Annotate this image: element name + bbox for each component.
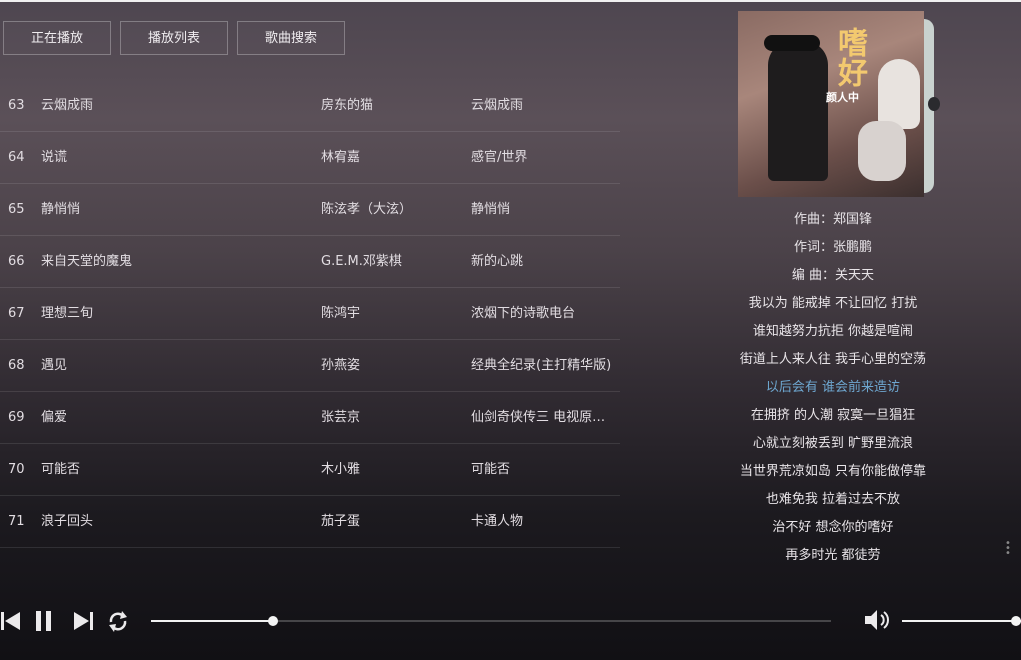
song-album[interactable]: 新的心跳 — [471, 236, 616, 287]
song-row[interactable]: 69 偏爱 张芸京 仙剑奇侠传三 电视原声带 — [0, 392, 620, 444]
progress-knob[interactable] — [268, 616, 279, 626]
lyric-line: 街道上人来人往 我手心里的空荡 — [739, 352, 927, 367]
previous-icon[interactable] — [0, 608, 22, 634]
lyric-line: 作词：张鹏鹏 — [793, 240, 872, 255]
song-album[interactable]: 云烟成雨 — [471, 80, 616, 131]
lyric-line: 作曲：郑国锋 — [793, 212, 872, 227]
song-row[interactable]: 66 来自天堂的魔鬼 G.E.M.邓紫棋 新的心跳 — [0, 236, 620, 288]
song-number: 63 — [8, 98, 25, 113]
song-album[interactable]: 感官/世界 — [471, 132, 616, 183]
song-album[interactable]: 浓烟下的诗歌电台 — [471, 288, 616, 339]
tab-playlist[interactable]: 播放列表 — [120, 21, 228, 55]
song-title[interactable]: 来自天堂的魔鬼 — [41, 236, 301, 287]
album-art: 嗜好 颜人中 — [738, 11, 940, 198]
song-artist[interactable]: 陈鸿宇 — [321, 288, 461, 339]
song-number: 66 — [8, 254, 25, 269]
song-artist[interactable]: 林宥嘉 — [321, 132, 461, 183]
top-border — [0, 0, 1021, 2]
song-number: 70 — [8, 462, 25, 477]
lyric-line: 心就立刻被丢到 旷野里流浪 — [752, 436, 914, 451]
song-number: 65 — [8, 202, 25, 217]
tab-song-search[interactable]: 歌曲搜索 — [237, 21, 345, 55]
song-number: 68 — [8, 358, 25, 373]
next-icon[interactable] — [72, 608, 94, 634]
tab-bar: 正在播放 播放列表 歌曲搜索 — [3, 21, 345, 55]
volume-fill — [902, 620, 1021, 622]
lyric-line: 再多时光 都徒劳 — [785, 548, 881, 560]
cover-figure — [768, 41, 828, 181]
loop-icon[interactable] — [106, 608, 130, 634]
song-title[interactable]: 遇见 — [41, 340, 301, 391]
song-album[interactable]: 静悄悄 — [471, 184, 616, 235]
song-title[interactable]: 说谎 — [41, 132, 301, 183]
song-row[interactable]: 64 说谎 林宥嘉 感官/世界 — [0, 132, 620, 184]
progress-fill — [151, 620, 274, 622]
song-artist[interactable]: 木小雅 — [321, 444, 461, 495]
song-title[interactable]: 可能否 — [41, 444, 301, 495]
song-album[interactable]: 仙剑奇侠传三 电视原声带 — [471, 392, 616, 443]
cover-statue-base — [858, 121, 906, 181]
song-title[interactable]: 理想三旬 — [41, 288, 301, 339]
song-title[interactable]: 浪子回头 — [41, 496, 301, 547]
cover-hat — [764, 35, 820, 51]
song-row[interactable]: 65 静悄悄 陈泫孝（大泫） 静悄悄 — [0, 184, 620, 236]
song-artist[interactable]: 张芸京 — [321, 392, 461, 443]
album-cover: 嗜好 颜人中 — [738, 11, 924, 197]
lyric-line: 编 曲：关天天 — [791, 268, 875, 283]
song-title[interactable]: 云烟成雨 — [41, 80, 301, 131]
volume-knob[interactable] — [1011, 616, 1021, 626]
song-number: 67 — [8, 306, 25, 321]
lyric-line: 在拥挤 的人潮 寂寞一旦猖狂 — [750, 408, 916, 423]
lyric-line: 我以为 能戒掉 不让回忆 打扰 — [748, 296, 918, 311]
progress-bar[interactable] — [151, 616, 831, 626]
song-album[interactable]: 经典全纪录(主打精华版) — [471, 340, 616, 391]
player-bar — [0, 600, 1021, 644]
lyrics-panel[interactable]: 作曲：郑国锋 作词：张鹏鹏 编 曲：关天天 我以为 能戒掉 不让回忆 打扰 谁知… — [718, 206, 948, 560]
song-number: 69 — [8, 410, 25, 425]
song-title[interactable]: 偏爱 — [41, 392, 301, 443]
song-list[interactable]: 63 云烟成雨 房东的猫 云烟成雨 64 说谎 林宥嘉 感官/世界 65 静悄悄… — [0, 80, 620, 562]
song-row[interactable]: 70 可能否 木小雅 可能否 — [0, 444, 620, 496]
disc-hole — [928, 97, 940, 111]
cover-artist: 颜人中 — [826, 91, 859, 104]
song-artist[interactable]: 房东的猫 — [321, 80, 461, 131]
tab-now-playing[interactable]: 正在播放 — [3, 21, 111, 55]
lyric-line: 治不好 想念你的嗜好 — [772, 520, 894, 535]
song-album[interactable]: 卡通人物 — [471, 496, 616, 547]
song-row[interactable]: 71 浪子回头 茄子蛋 卡通人物 — [0, 496, 620, 548]
song-row[interactable]: 68 遇见 孙燕姿 经典全纪录(主打精华版) — [0, 340, 620, 392]
lyric-line-active: 以后会有 谁会前来造访 — [765, 380, 901, 395]
volume-bar[interactable] — [902, 616, 1021, 626]
song-artist[interactable]: 茄子蛋 — [321, 496, 461, 547]
song-artist[interactable]: G.E.M.邓紫棋 — [321, 236, 461, 287]
song-title[interactable]: 静悄悄 — [41, 184, 301, 235]
song-album[interactable]: 可能否 — [471, 444, 616, 495]
more-dots-icon[interactable]: • • • — [1005, 539, 1011, 559]
cover-title: 嗜好 — [832, 27, 867, 87]
song-artist[interactable]: 孙燕姿 — [321, 340, 461, 391]
lyric-line: 谁知越努力抗拒 你越是喧闹 — [752, 324, 914, 339]
volume-icon[interactable] — [863, 608, 891, 632]
lyric-line: 当世界荒凉如岛 只有你能做停靠 — [739, 464, 927, 479]
song-row[interactable]: 67 理想三旬 陈鸿宇 浓烟下的诗歌电台 — [0, 288, 620, 340]
song-number: 64 — [8, 150, 25, 165]
song-row[interactable]: 63 云烟成雨 房东的猫 云烟成雨 — [0, 80, 620, 132]
pause-icon[interactable] — [34, 608, 54, 634]
song-artist[interactable]: 陈泫孝（大泫） — [321, 184, 461, 235]
cover-statue — [878, 59, 920, 129]
lyric-line: 也难免我 拉着过去不放 — [765, 492, 901, 507]
song-number: 71 — [8, 514, 25, 529]
